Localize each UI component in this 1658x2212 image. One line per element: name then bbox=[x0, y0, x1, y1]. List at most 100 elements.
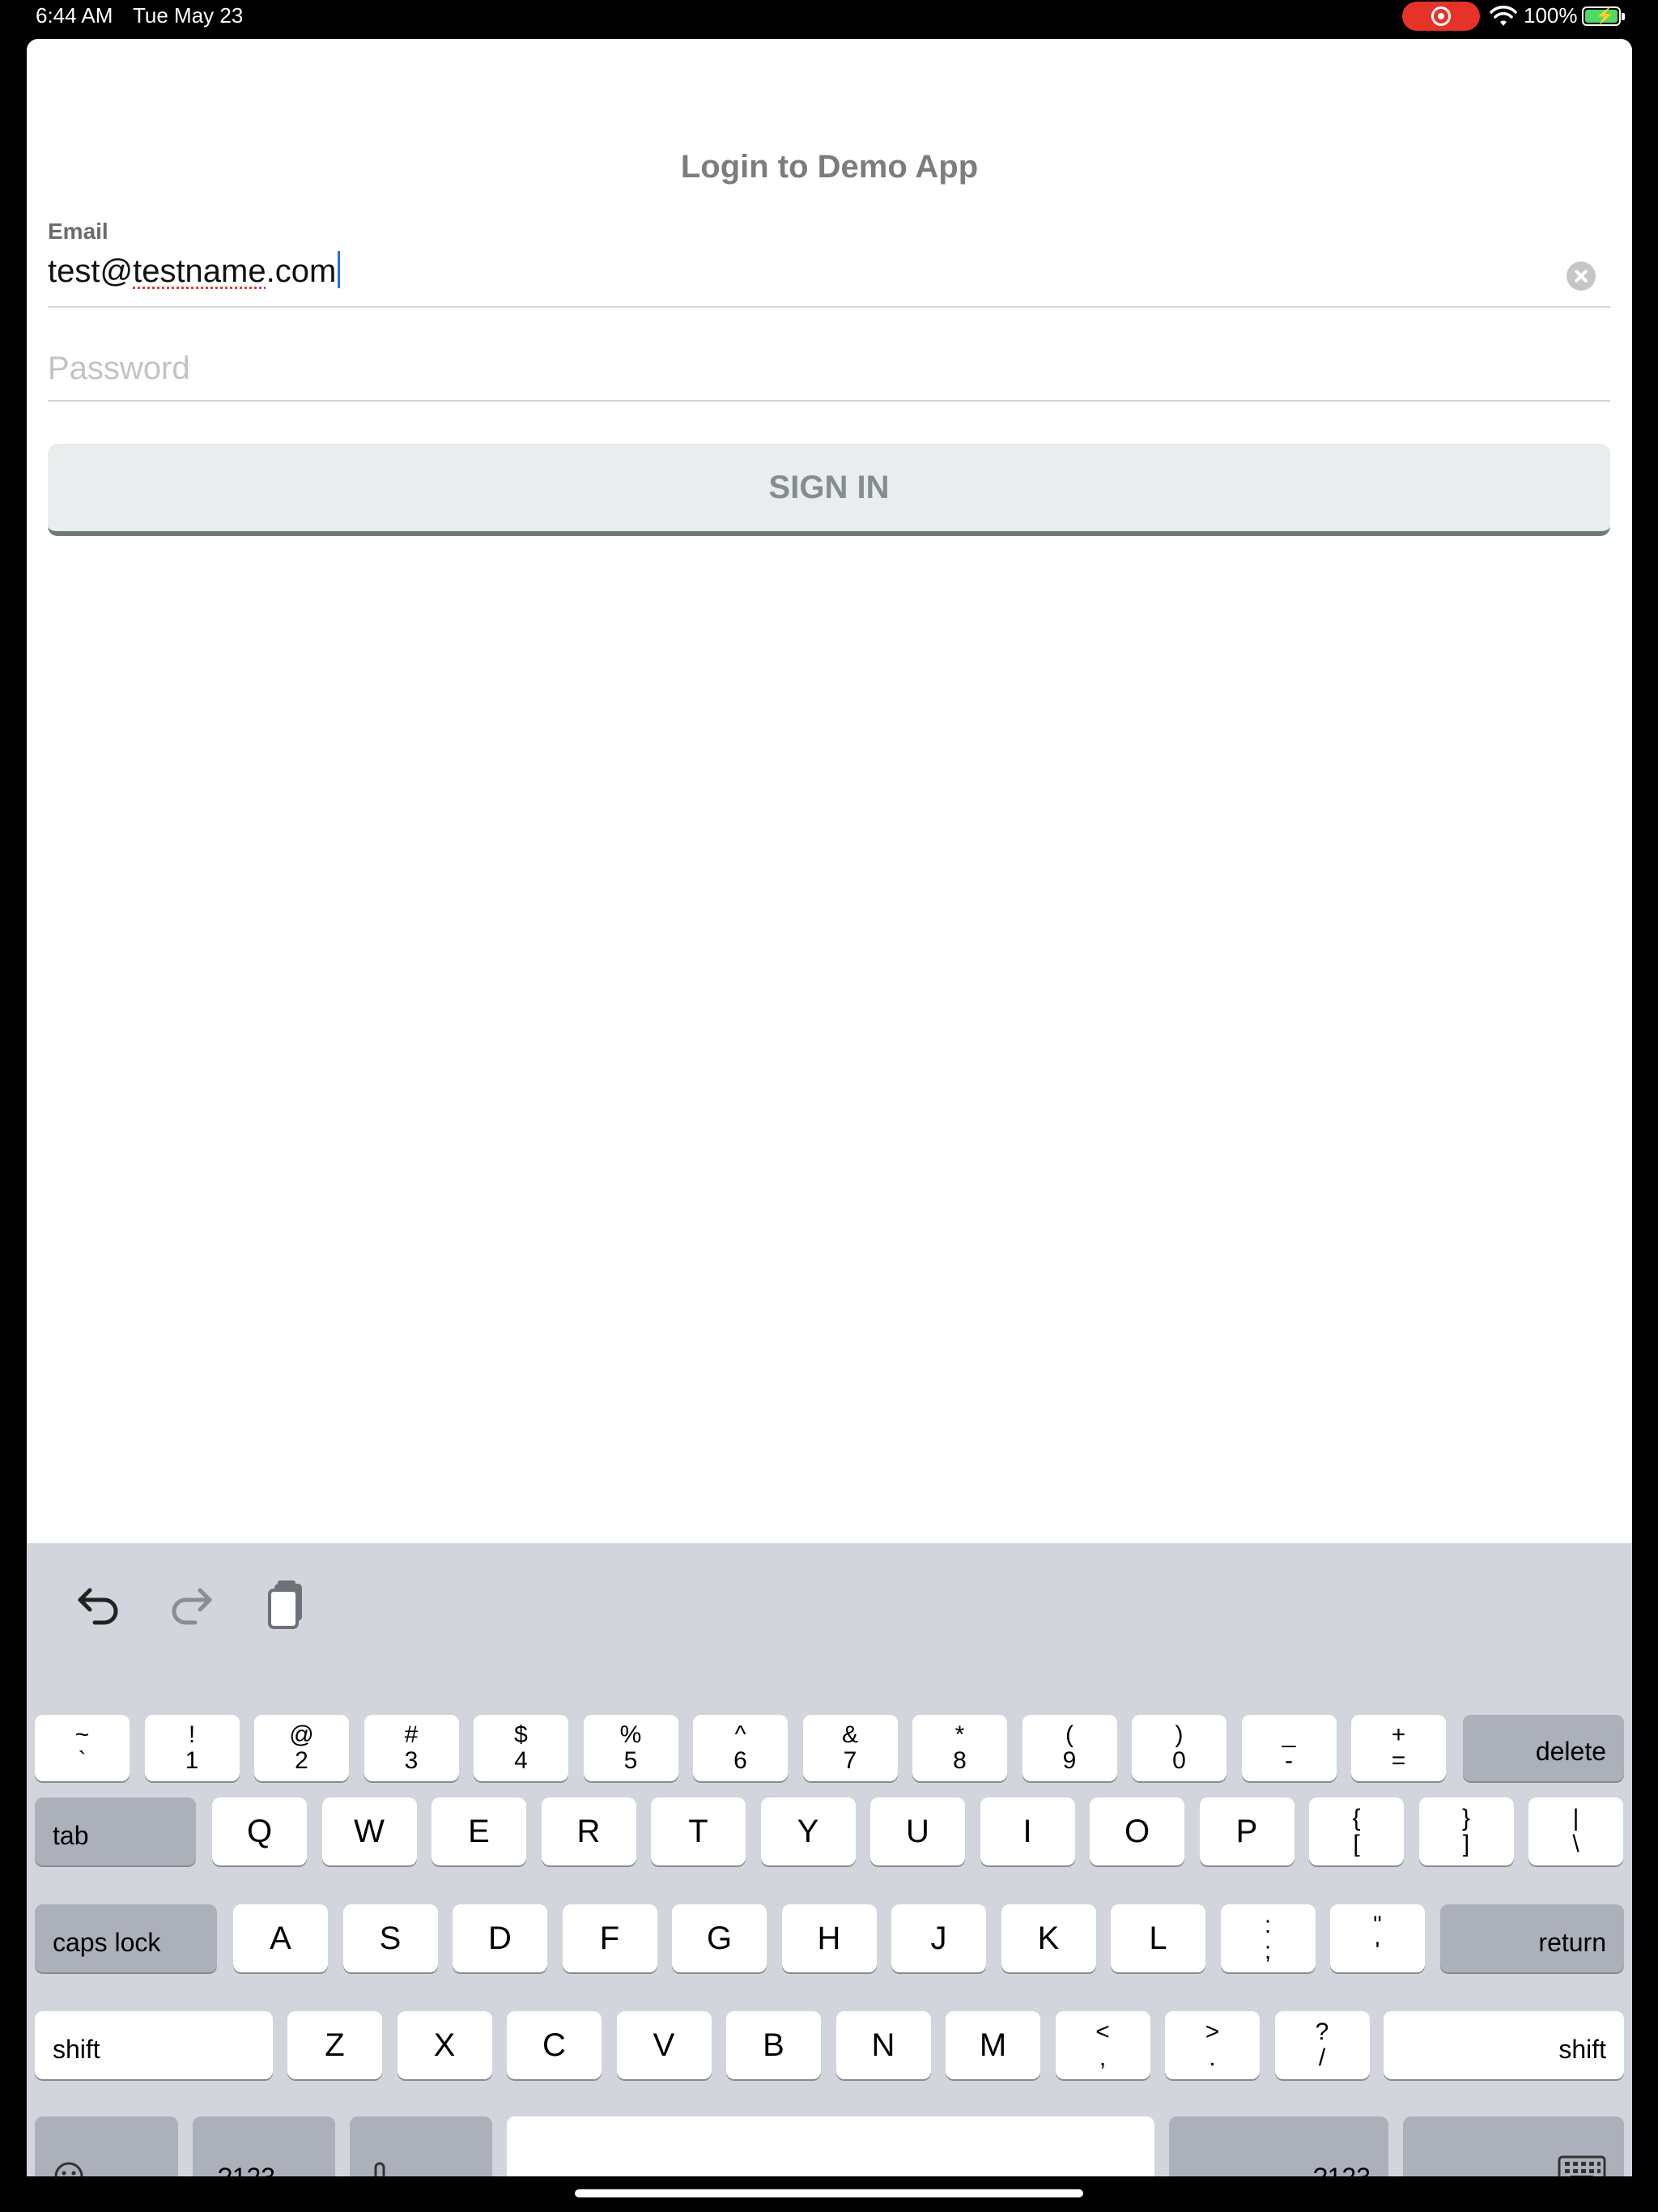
sign-in-label: SIGN IN bbox=[768, 469, 890, 505]
key-8[interactable]: * 8 bbox=[912, 1715, 1007, 1781]
key-d[interactable]: D bbox=[453, 1904, 547, 1972]
key-symbol-0[interactable]: {[ bbox=[1309, 1797, 1404, 1865]
key-symbol-1[interactable]: }] bbox=[1418, 1797, 1514, 1865]
clear-text-icon[interactable] bbox=[1567, 262, 1596, 291]
key-y[interactable]: Y bbox=[760, 1797, 856, 1865]
key-top-char: _ bbox=[1282, 1721, 1296, 1748]
key-u[interactable]: U bbox=[870, 1797, 965, 1865]
key-b[interactable]: B bbox=[726, 2011, 821, 2079]
key-6[interactable]: ^ 6 bbox=[693, 1715, 788, 1781]
undo-icon[interactable] bbox=[70, 1574, 127, 1631]
key-bottom-char: ' bbox=[1375, 1938, 1380, 1964]
key-h[interactable]: H bbox=[781, 1904, 877, 1972]
key-bottom-char: - bbox=[1285, 1747, 1293, 1774]
redo-icon[interactable] bbox=[163, 1574, 219, 1631]
key-9[interactable]: (9 bbox=[1022, 1715, 1117, 1781]
key-c[interactable]: C bbox=[507, 2011, 602, 2079]
key-top-char: ^ bbox=[734, 1721, 746, 1748]
key-7[interactable]: & 7 bbox=[802, 1715, 898, 1781]
page-title: Login to Demo App bbox=[680, 149, 979, 185]
key-bottom-char: . bbox=[1209, 2044, 1216, 2071]
key-3[interactable]: #3 bbox=[363, 1715, 459, 1781]
key-punct-r4-2[interactable]: ? / bbox=[1274, 2011, 1370, 2079]
caps-lock-key[interactable]: caps lock bbox=[35, 1904, 217, 1972]
key-k[interactable]: K bbox=[1001, 1904, 1096, 1972]
key-q[interactable]: Q bbox=[212, 1797, 307, 1865]
key-punct-r4-0[interactable]: <, bbox=[1055, 2011, 1150, 2079]
right-shift-key[interactable]: shift bbox=[1384, 2011, 1624, 2079]
numbers-key-left[interactable]: .?123 bbox=[193, 2116, 335, 2176]
key-v[interactable]: V bbox=[616, 2011, 712, 2079]
key-l[interactable]: L bbox=[1111, 1904, 1205, 1972]
key-=[interactable]: + = bbox=[1351, 1715, 1446, 1781]
home-indicator[interactable] bbox=[575, 2189, 1083, 2197]
key-top-char: ( bbox=[1065, 1721, 1073, 1748]
key-w[interactable]: W bbox=[321, 1797, 417, 1865]
key-t[interactable]: T bbox=[651, 1797, 746, 1865]
key-0[interactable]: ) 0 bbox=[1132, 1715, 1226, 1781]
email-label: Email bbox=[48, 219, 108, 244]
clipboard-icon[interactable] bbox=[258, 1574, 315, 1631]
key-top-char: > bbox=[1205, 2018, 1220, 2045]
key-s[interactable]: S bbox=[342, 1904, 438, 1972]
key-top-char: * bbox=[954, 1721, 965, 1748]
key-o[interactable]: O bbox=[1090, 1797, 1184, 1865]
key-n[interactable]: N bbox=[835, 2011, 931, 2079]
key-e[interactable]: E bbox=[432, 1797, 526, 1865]
password-field[interactable] bbox=[48, 340, 1610, 397]
delete-key[interactable]: delete bbox=[1463, 1715, 1624, 1781]
screen-recording-icon[interactable] bbox=[1402, 2, 1480, 31]
key-5[interactable]: % 5 bbox=[583, 1715, 678, 1781]
key-1[interactable]: ! 1 bbox=[144, 1715, 240, 1781]
numbers-key-right[interactable]: .?123 bbox=[1169, 2116, 1388, 2176]
status-date: Tue May 23 bbox=[133, 3, 244, 28]
email-underline bbox=[48, 306, 1610, 308]
key-bottom-char: 4 bbox=[514, 1747, 528, 1774]
key-2[interactable]: @2 bbox=[254, 1715, 349, 1781]
key-punct-r4-1[interactable]: >. bbox=[1165, 2011, 1260, 2079]
space-bar[interactable] bbox=[507, 2116, 1154, 2176]
app-sheet: Login to Demo App Email test@testname.co… bbox=[27, 39, 1632, 2176]
key-top-char: } bbox=[1461, 1805, 1471, 1831]
key-x[interactable]: X bbox=[397, 2011, 492, 2079]
key-bottom-char: 3 bbox=[404, 1747, 419, 1774]
key-4[interactable]: $4 bbox=[474, 1715, 568, 1781]
emoji-icon[interactable] bbox=[35, 2116, 178, 2176]
return-key[interactable]: return bbox=[1440, 1904, 1624, 1972]
key-bottom-char: 9 bbox=[1062, 1747, 1077, 1774]
key-bottom-char: 0 bbox=[1172, 1747, 1186, 1774]
key-top-char: ! bbox=[188, 1721, 196, 1748]
key-bottom-char: 2 bbox=[295, 1747, 308, 1774]
key-punct-0[interactable]: :; bbox=[1220, 1904, 1316, 1972]
key-m[interactable]: M bbox=[946, 2011, 1040, 2079]
microphone-icon[interactable] bbox=[350, 2116, 492, 2176]
sign-in-button[interactable]: SIGN IN bbox=[48, 444, 1610, 536]
key-g[interactable]: G bbox=[672, 1904, 767, 1972]
key-j[interactable]: J bbox=[891, 1904, 986, 1972]
key-punct-1[interactable]: " ' bbox=[1330, 1904, 1425, 1972]
status-bar: 6:44 AM Tue May 23 100% ⚡ bbox=[0, 0, 1658, 32]
key-top-char: ~ bbox=[74, 1721, 90, 1748]
key-r[interactable]: R bbox=[541, 1797, 636, 1865]
key-bottom-char: \ bbox=[1572, 1831, 1579, 1857]
key-bottom-char: 8 bbox=[953, 1747, 967, 1774]
email-value-misspelled: testname bbox=[133, 253, 266, 289]
key-top-char: " bbox=[1373, 1912, 1382, 1938]
key-top-char: ) bbox=[1175, 1721, 1184, 1748]
email-field[interactable]: test@testname.com bbox=[48, 251, 341, 290]
key-z[interactable]: Z bbox=[287, 2011, 382, 2079]
key-f[interactable]: F bbox=[562, 1904, 657, 1972]
key-top-char: : bbox=[1264, 1912, 1272, 1938]
key-p[interactable]: P bbox=[1199, 1797, 1295, 1865]
tab-key[interactable]: tab bbox=[35, 1797, 196, 1865]
key-`[interactable]: ~ ` bbox=[35, 1715, 130, 1781]
battery-charging-icon: ⚡ bbox=[1582, 6, 1625, 26]
key--[interactable]: _ - bbox=[1241, 1715, 1337, 1781]
key-symbol-2[interactable]: | \ bbox=[1528, 1797, 1623, 1865]
key-top-char: @ bbox=[289, 1721, 314, 1748]
left-shift-key[interactable]: shift bbox=[35, 2011, 273, 2079]
key-bottom-char: 5 bbox=[623, 1747, 638, 1774]
key-i[interactable]: I bbox=[980, 1797, 1075, 1865]
key-a[interactable]: A bbox=[233, 1904, 328, 1972]
hide-keyboard-icon[interactable] bbox=[1403, 2116, 1624, 2176]
